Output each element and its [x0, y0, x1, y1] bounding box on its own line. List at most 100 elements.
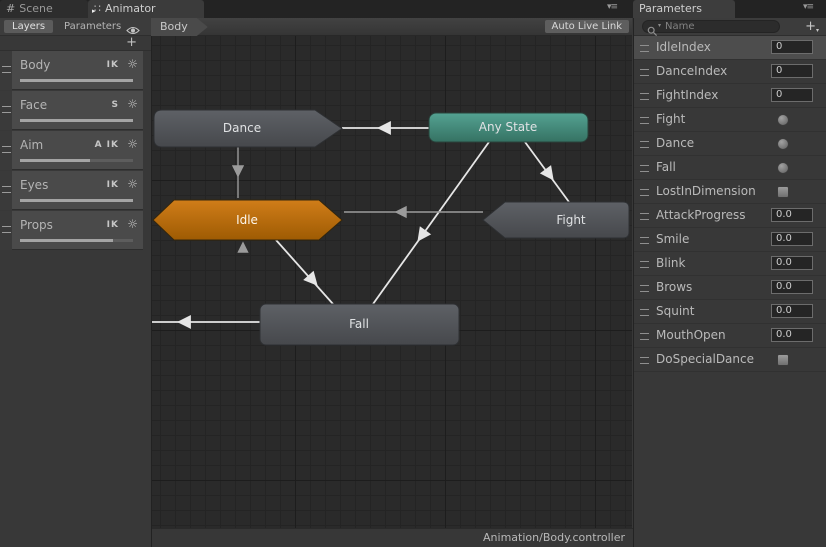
parameter-value-field[interactable]: 0.0 — [771, 328, 813, 342]
transition-fall-idle-arrowhead[interactable] — [237, 241, 249, 253]
parameter-row[interactable]: DanceIndex 0 — [634, 60, 826, 84]
auto-live-link-button[interactable]: Auto Live Link — [544, 20, 629, 33]
gear-icon[interactable]: ☼ — [127, 97, 138, 111]
layer-card[interactable]: Body IK ☼ — [12, 51, 143, 90]
trigger-radio[interactable] — [777, 162, 789, 174]
drag-handle-icon[interactable] — [640, 213, 649, 220]
graph-svg — [152, 109, 630, 346]
drag-handle-icon[interactable] — [640, 165, 649, 172]
drag-handle-icon[interactable] — [2, 226, 11, 233]
parameter-row[interactable]: Fall — [634, 156, 826, 180]
gear-icon[interactable]: ☼ — [127, 57, 138, 71]
layer-row[interactable]: Aim A IK ☼ — [0, 131, 143, 170]
drag-handle-icon[interactable] — [640, 93, 649, 100]
drag-handle-icon[interactable] — [640, 285, 649, 292]
parameter-value-field[interactable]: 0 — [771, 88, 813, 102]
parameter-row[interactable]: Smile 0.0 — [634, 228, 826, 252]
drag-handle-icon[interactable] — [640, 189, 649, 196]
layer-card[interactable]: Eyes IK ☼ — [12, 171, 143, 210]
parameter-checkbox[interactable] — [777, 186, 789, 198]
drag-handle-icon[interactable] — [640, 261, 649, 268]
parameter-row[interactable]: Brows 0.0 — [634, 276, 826, 300]
add-parameter-button[interactable]: +▾ — [805, 19, 819, 34]
parameter-row[interactable]: DoSpecialDance — [634, 348, 826, 372]
drag-handle-icon[interactable] — [640, 141, 649, 148]
parameter-row[interactable]: MouthOpen 0.0 — [634, 324, 826, 348]
trigger-radio[interactable] — [777, 138, 789, 150]
transition-idle-fall[interactable] — [275, 239, 334, 305]
parameter-value-field[interactable]: 0.0 — [771, 280, 813, 294]
breadcrumb[interactable]: Body — [151, 18, 208, 36]
drag-handle-icon[interactable] — [640, 357, 649, 364]
tab-animator[interactable]: ∷ ▸ Animator — [88, 0, 204, 18]
drag-handle-zone — [0, 51, 12, 90]
trigger-radio[interactable] — [777, 114, 789, 126]
parameter-row[interactable]: IdleIndex 0 — [634, 36, 826, 60]
parameter-value-field[interactable]: 0 — [771, 40, 813, 54]
drag-handle-icon[interactable] — [2, 186, 11, 193]
layer-row[interactable]: Eyes IK ☼ — [0, 171, 143, 210]
tab-scene[interactable]: # Scene — [0, 0, 88, 18]
parameters-tab-button[interactable]: Parameters — [56, 20, 129, 33]
gear-icon[interactable]: ☼ — [127, 137, 138, 151]
layer-weight-slider[interactable] — [20, 199, 133, 202]
layer-weight-fill — [20, 119, 133, 122]
search-input[interactable]: ▾ Name — [642, 20, 780, 37]
state-node-fall[interactable] — [259, 303, 460, 346]
parameter-row[interactable]: AttackProgress 0.0 — [634, 204, 826, 228]
parameter-value-field[interactable]: 0.0 — [771, 208, 813, 222]
parameter-row[interactable]: Squint 0.0 — [634, 300, 826, 324]
layer-weight-slider[interactable] — [20, 239, 133, 242]
parameter-row[interactable]: FightIndex 0 — [634, 84, 826, 108]
layer-badges: A IK — [94, 140, 119, 150]
parameter-row[interactable]: Fight — [634, 108, 826, 132]
layer-weight-fill — [20, 239, 113, 242]
drag-handle-icon[interactable] — [640, 309, 649, 316]
layer-weight-slider[interactable] — [20, 159, 133, 162]
layer-card[interactable]: Props IK ☼ — [12, 211, 143, 250]
layer-weight-slider[interactable] — [20, 79, 133, 82]
arrowhead — [376, 121, 391, 135]
drag-handle-icon[interactable] — [640, 117, 649, 124]
parameter-name: LostInDimension — [656, 184, 756, 198]
parameter-value-field[interactable]: 0.0 — [771, 304, 813, 318]
gear-icon[interactable]: ☼ — [127, 177, 138, 191]
parameter-row[interactable]: Dance — [634, 132, 826, 156]
state-node-dance[interactable] — [153, 109, 343, 148]
search-filter-dropdown-icon[interactable]: ▾ — [658, 22, 661, 29]
drag-handle-icon[interactable] — [640, 45, 649, 52]
animator-graph-canvas[interactable]: Dance Any State Idle Fight Fall Animatio… — [151, 36, 633, 547]
arrowhead — [394, 205, 407, 219]
drag-handle-icon[interactable] — [2, 146, 11, 153]
layer-row[interactable]: Face S ☼ — [0, 91, 143, 130]
window-tab-bar: # Scene ∷ ▸ Animator ▾≡ Parameters ▾≡ — [0, 0, 826, 18]
transition-anystate-fall[interactable] — [372, 141, 490, 305]
state-node-idle[interactable] — [152, 199, 343, 241]
drag-handle-icon[interactable] — [640, 333, 649, 340]
any-state-node[interactable] — [428, 112, 589, 143]
layer-weight-slider[interactable] — [20, 119, 133, 122]
gear-icon[interactable]: ☼ — [127, 217, 138, 231]
parameters-window-menu-icon[interactable]: ▾≡ — [803, 2, 814, 12]
parameter-value-field[interactable]: 0.0 — [771, 256, 813, 270]
parameter-row[interactable]: Blink 0.0 — [634, 252, 826, 276]
layer-row[interactable]: Body IK ☼ — [0, 51, 143, 90]
drag-handle-icon[interactable] — [640, 69, 649, 76]
parameter-value-field[interactable]: 0 — [771, 64, 813, 78]
layer-card[interactable]: Face S ☼ — [12, 91, 143, 130]
tab-parameters-window[interactable]: Parameters — [633, 0, 735, 18]
layer-card[interactable]: Aim A IK ☼ — [12, 131, 143, 170]
add-layer-button[interactable]: + — [126, 35, 137, 50]
drag-handle-zone — [0, 91, 12, 130]
parameter-checkbox[interactable] — [777, 354, 789, 366]
layers-tab-button[interactable]: Layers — [4, 20, 54, 33]
state-node-fight[interactable] — [482, 201, 630, 239]
layer-row[interactable]: Props IK ☼ — [0, 211, 143, 250]
drag-handle-icon[interactable] — [2, 66, 11, 73]
drag-handle-icon[interactable] — [2, 106, 11, 113]
parameter-value-field[interactable]: 0.0 — [771, 232, 813, 246]
layer-weight-fill — [20, 199, 133, 202]
drag-handle-icon[interactable] — [640, 237, 649, 244]
parameter-row[interactable]: LostInDimension — [634, 180, 826, 204]
animator-window-menu-icon[interactable]: ▾≡ — [607, 2, 618, 12]
